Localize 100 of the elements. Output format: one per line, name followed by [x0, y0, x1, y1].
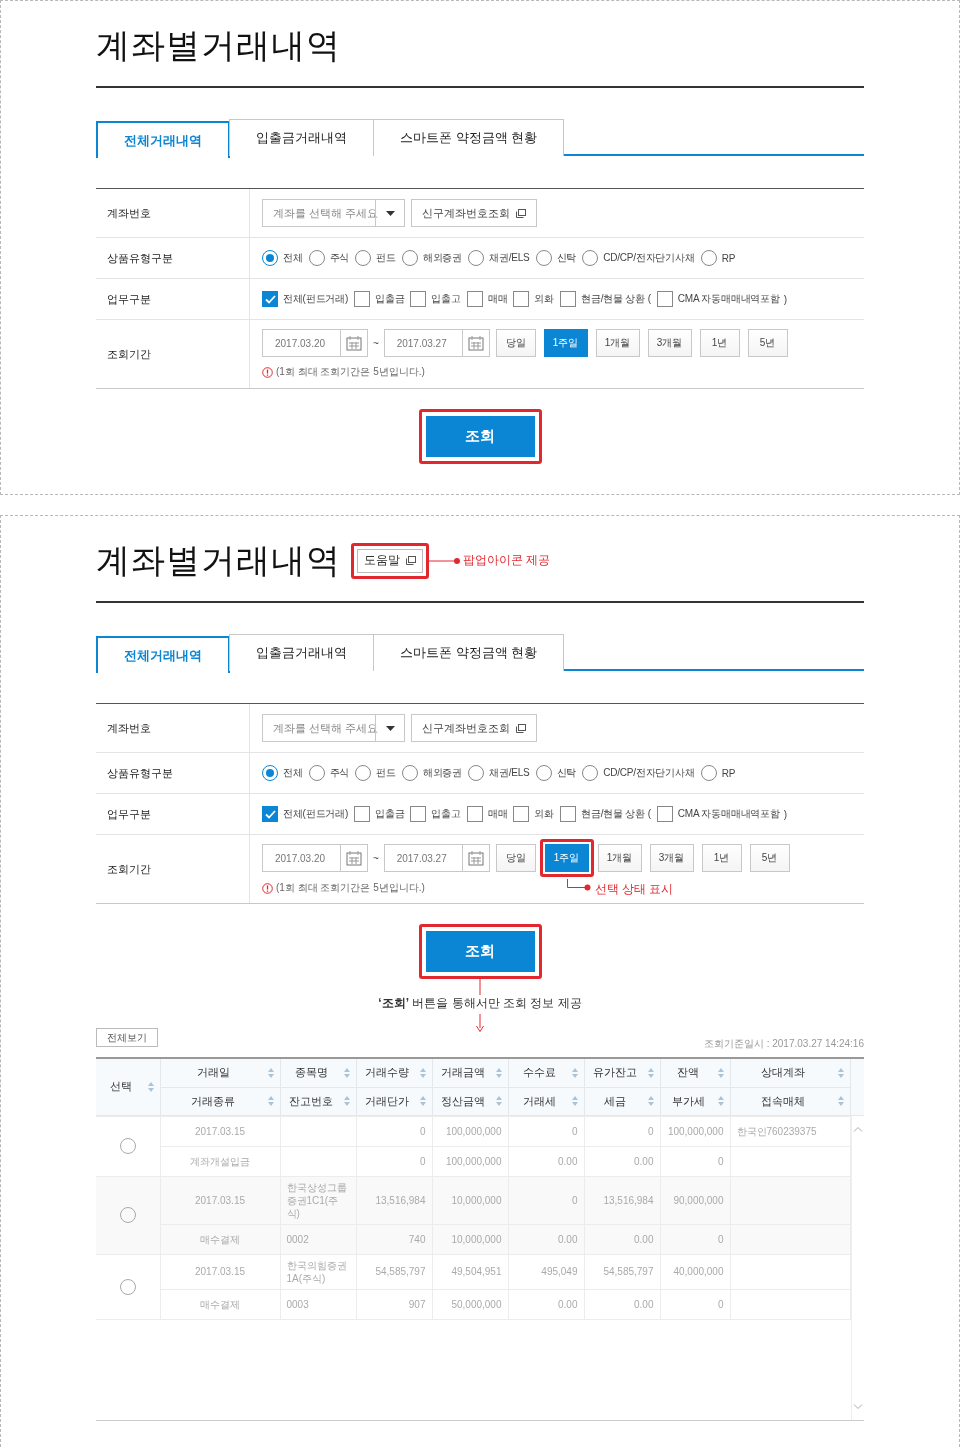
- tab[interactable]: 입출금거래내역: [229, 634, 374, 671]
- range-separator: ~: [373, 337, 379, 349]
- column-header[interactable]: 거래일: [160, 1059, 280, 1087]
- radio-label: 신탁: [556, 251, 577, 265]
- column-header[interactable]: 유가잔고: [584, 1059, 660, 1087]
- tab[interactable]: 전체거래내역: [96, 636, 230, 673]
- search-button[interactable]: 조회: [425, 931, 535, 972]
- checkbox[interactable]: [354, 291, 371, 307]
- column-header[interactable]: 거래세: [508, 1087, 584, 1115]
- period-button[interactable]: 3개월: [649, 844, 694, 872]
- table-cell: 907: [356, 1289, 432, 1319]
- calendar-icon: [467, 850, 484, 866]
- table-cell: 54,585,797: [584, 1254, 660, 1289]
- column-header[interactable]: 잔고번호: [280, 1087, 356, 1115]
- tab[interactable]: 스마트폰 약정금액 현황: [373, 119, 565, 156]
- checkbox-label: 입출금: [375, 807, 405, 821]
- table-cell: 13,516,984: [584, 1176, 660, 1224]
- table-cell: 0: [660, 1146, 730, 1176]
- radio-label: 신탁: [556, 766, 577, 780]
- column-header[interactable]: 거래수량: [356, 1059, 432, 1087]
- checkbox[interactable]: [513, 291, 530, 307]
- period-button[interactable]: 3개월: [647, 329, 692, 357]
- period-button[interactable]: 5년: [747, 329, 788, 357]
- column-header[interactable]: 부가세: [660, 1087, 730, 1115]
- account-lookup-button[interactable]: 신구계좌번호조회: [411, 199, 537, 227]
- checkbox-label: 현금/현물 상환 (: [581, 292, 651, 306]
- field-label: 상품유형구분: [107, 765, 173, 781]
- table-cell: 10,000,000: [432, 1176, 508, 1224]
- calendar-button[interactable]: [461, 329, 490, 357]
- checkbox[interactable]: [262, 806, 278, 822]
- search-button[interactable]: 조회: [425, 416, 535, 457]
- table-cell: 0.00: [508, 1146, 584, 1176]
- leader-arrow: [476, 1012, 484, 1032]
- column-header[interactable]: 정산금액: [432, 1087, 508, 1115]
- column-header[interactable]: 거래종류: [160, 1087, 280, 1115]
- period-button[interactable]: 당일: [495, 329, 536, 357]
- checkbox[interactable]: [262, 291, 278, 307]
- tab[interactable]: 전체거래내역: [96, 121, 230, 158]
- radio-label: CD/CP/전자단기사채: [603, 766, 695, 780]
- page-title: 계좌별거래내역: [96, 539, 341, 581]
- checkbox-label: 입출금: [375, 292, 405, 306]
- period-button[interactable]: 1개월: [597, 844, 642, 872]
- annotation-text: 팝업아이콘 제공: [463, 552, 551, 569]
- column-header[interactable]: 거래단가: [356, 1087, 432, 1115]
- period-button[interactable]: 1주일: [544, 844, 589, 872]
- sort-icon: [647, 1096, 654, 1106]
- range-separator: ~: [373, 852, 379, 864]
- field-label: 조회기간: [107, 346, 151, 362]
- table-cell: 한국상성그룹증권1C1(주식): [280, 1176, 356, 1224]
- table-cell: 0: [356, 1146, 432, 1176]
- period-button[interactable]: 당일: [495, 844, 536, 872]
- column-header[interactable]: 거래금액: [432, 1059, 508, 1087]
- column-header[interactable]: 접속매체: [730, 1087, 850, 1115]
- table-cell: 2017.03.15: [160, 1254, 280, 1289]
- column-header[interactable]: 잔액: [660, 1059, 730, 1087]
- date-field[interactable]: 2017.03.20: [262, 329, 340, 357]
- checkbox[interactable]: [560, 806, 577, 822]
- date-field[interactable]: 2017.03.27: [383, 329, 462, 357]
- checkbox[interactable]: [410, 806, 427, 822]
- checkbox[interactable]: [513, 806, 530, 822]
- help-button[interactable]: 도움말: [357, 548, 423, 573]
- checkbox[interactable]: [410, 291, 427, 307]
- table-cell: 100,000,000: [432, 1116, 508, 1146]
- sort-icon: [343, 1067, 350, 1078]
- table-cell: 2017.03.15: [160, 1116, 280, 1146]
- tab[interactable]: 입출금거래내역: [229, 119, 374, 156]
- table-cell: 0: [356, 1116, 432, 1146]
- radio-label: RP: [721, 767, 736, 779]
- calendar-button[interactable]: [461, 844, 490, 872]
- table-cell: 13,516,984: [356, 1176, 432, 1224]
- period-button[interactable]: 5년: [749, 844, 790, 872]
- view-all-button[interactable]: 전체보기: [96, 1028, 158, 1047]
- column-header[interactable]: 선택: [96, 1059, 160, 1115]
- date-field[interactable]: 2017.03.20: [262, 844, 340, 872]
- checkbox[interactable]: [466, 806, 483, 822]
- calendar-button[interactable]: [340, 844, 368, 872]
- checkbox[interactable]: [466, 291, 483, 307]
- period-button[interactable]: 1주일: [543, 329, 588, 357]
- checkbox[interactable]: [656, 806, 673, 822]
- checkbox[interactable]: [354, 806, 371, 822]
- table-cell: 54,585,797: [356, 1254, 432, 1289]
- period-button[interactable]: 1개월: [595, 329, 640, 357]
- table-cell: 한국인760239375: [730, 1116, 850, 1146]
- date-field[interactable]: 2017.03.27: [383, 844, 462, 872]
- table-cell: 100,000,000: [660, 1116, 730, 1146]
- tab[interactable]: 스마트폰 약정금액 현황: [373, 634, 565, 671]
- table-cell: 한국의힘증권1A(주식): [280, 1254, 356, 1289]
- calendar-button[interactable]: [340, 329, 368, 357]
- column-header[interactable]: 종목명: [280, 1059, 356, 1087]
- account-lookup-button[interactable]: 신구계좌번호조회: [411, 714, 537, 742]
- table-cell: 2017.03.15: [160, 1176, 280, 1224]
- table-cell: 0.00: [584, 1224, 660, 1254]
- checkbox[interactable]: [560, 291, 577, 307]
- column-header[interactable]: 상대계좌: [730, 1059, 850, 1087]
- column-header[interactable]: 세금: [584, 1087, 660, 1115]
- period-button[interactable]: 1년: [701, 844, 742, 872]
- period-button[interactable]: 1년: [699, 329, 740, 357]
- checkbox[interactable]: [656, 291, 673, 307]
- column-header[interactable]: 수수료: [508, 1059, 584, 1087]
- table-cell: 매수결제: [160, 1224, 280, 1254]
